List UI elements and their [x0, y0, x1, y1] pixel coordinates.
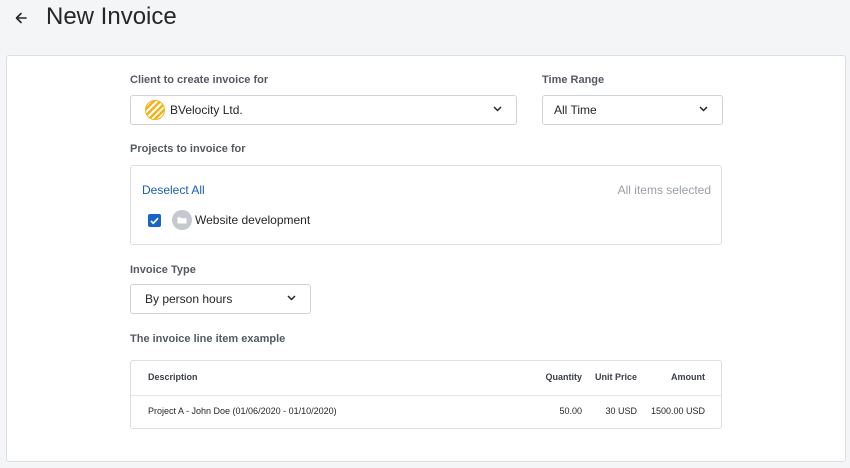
client-label: Client to create invoice for: [130, 74, 269, 86]
folder-icon: [172, 210, 192, 230]
checkmark-icon: [150, 217, 159, 224]
back-button[interactable]: [12, 8, 30, 28]
invoice-type-label: Invoice Type: [130, 264, 196, 276]
time-range-select-value: All Time: [554, 103, 597, 117]
invoice-form-card: Client to create invoice for BVelocity L…: [6, 55, 846, 462]
client-select[interactable]: BVelocity Ltd.: [130, 95, 517, 125]
page-title: New Invoice: [46, 3, 177, 30]
client-select-value: BVelocity Ltd.: [170, 103, 243, 117]
projects-panel: Deselect All All items selected Website …: [130, 165, 722, 245]
column-header-description: Description: [148, 372, 198, 382]
deselect-all-link[interactable]: Deselect All: [142, 183, 205, 197]
example-table: Description Quantity Unit Price Amount P…: [130, 360, 722, 429]
invoice-type-select-value: By person hours: [145, 292, 233, 306]
invoice-type-select[interactable]: By person hours: [130, 284, 311, 314]
chevron-down-icon: [699, 106, 708, 112]
cell-description: Project A - John Doe (01/06/2020 - 01/10…: [148, 406, 337, 416]
projects-label: Projects to invoice for: [130, 143, 246, 155]
table-divider: [131, 395, 721, 396]
page-header: New Invoice: [0, 0, 850, 36]
cell-amount: 1500.00 USD: [650, 406, 705, 416]
example-label: The invoice line item example: [130, 333, 286, 345]
project-name: Website development: [195, 213, 311, 227]
arrow-left-icon: [15, 12, 27, 24]
selection-status: All items selected: [617, 183, 711, 197]
cell-quantity: 50.00: [559, 406, 582, 416]
column-header-quantity: Quantity: [545, 372, 582, 382]
column-header-amount: Amount: [671, 372, 705, 382]
client-logo: [145, 100, 165, 120]
time-range-label: Time Range: [542, 74, 605, 86]
column-header-unit-price: Unit Price: [594, 372, 637, 382]
time-range-select[interactable]: All Time: [542, 95, 723, 125]
chevron-down-icon: [493, 106, 502, 112]
chevron-down-icon: [287, 295, 296, 301]
cell-unit-price: 30 USD: [605, 406, 637, 416]
project-checkbox[interactable]: [148, 214, 161, 227]
